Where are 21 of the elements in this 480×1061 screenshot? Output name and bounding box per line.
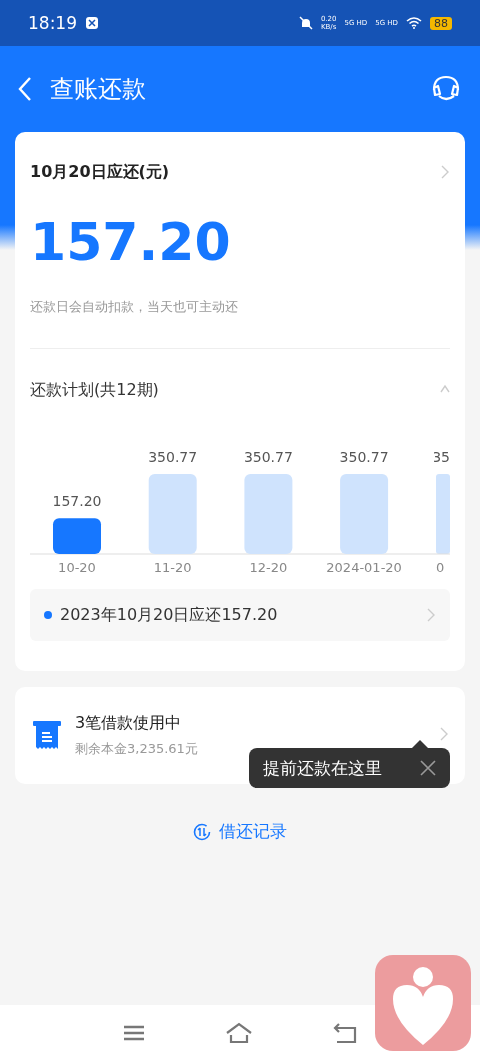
- bar-value: 157.20: [52, 493, 102, 510]
- due-title: 10月20日应还(元): [30, 161, 170, 183]
- tooltip-text: 提前还款在这里: [263, 756, 382, 780]
- clock: 18:19: [28, 13, 77, 33]
- axis-label: 10-20: [58, 560, 96, 575]
- bar-value: 350.77: [243, 449, 293, 465]
- bar-value: 350.77: [339, 449, 389, 465]
- axis-label: 2024-01-20: [326, 560, 402, 575]
- axis-label: 12-20: [249, 560, 288, 575]
- page-title: 查账还款: [50, 74, 146, 105]
- loans-title: 3笔借款使用中: [75, 713, 182, 734]
- due-amount: 157.20: [30, 212, 232, 272]
- axis-label: 11-20: [153, 560, 192, 575]
- bar-value: 350.77: [148, 449, 198, 465]
- axis-label: 0: [436, 560, 445, 575]
- battery-level: 88: [430, 16, 452, 30]
- installment-text: 2023年10月20日应还157.20: [60, 604, 279, 626]
- plan-title: 还款计划(共12期): [30, 379, 159, 401]
- auto-debit-note: 还款日会自动扣款，当天也可主动还: [30, 298, 450, 349]
- bar-value: 35: [434, 449, 450, 465]
- remaining-principal: 剩余本金3,235.61元: [75, 740, 198, 758]
